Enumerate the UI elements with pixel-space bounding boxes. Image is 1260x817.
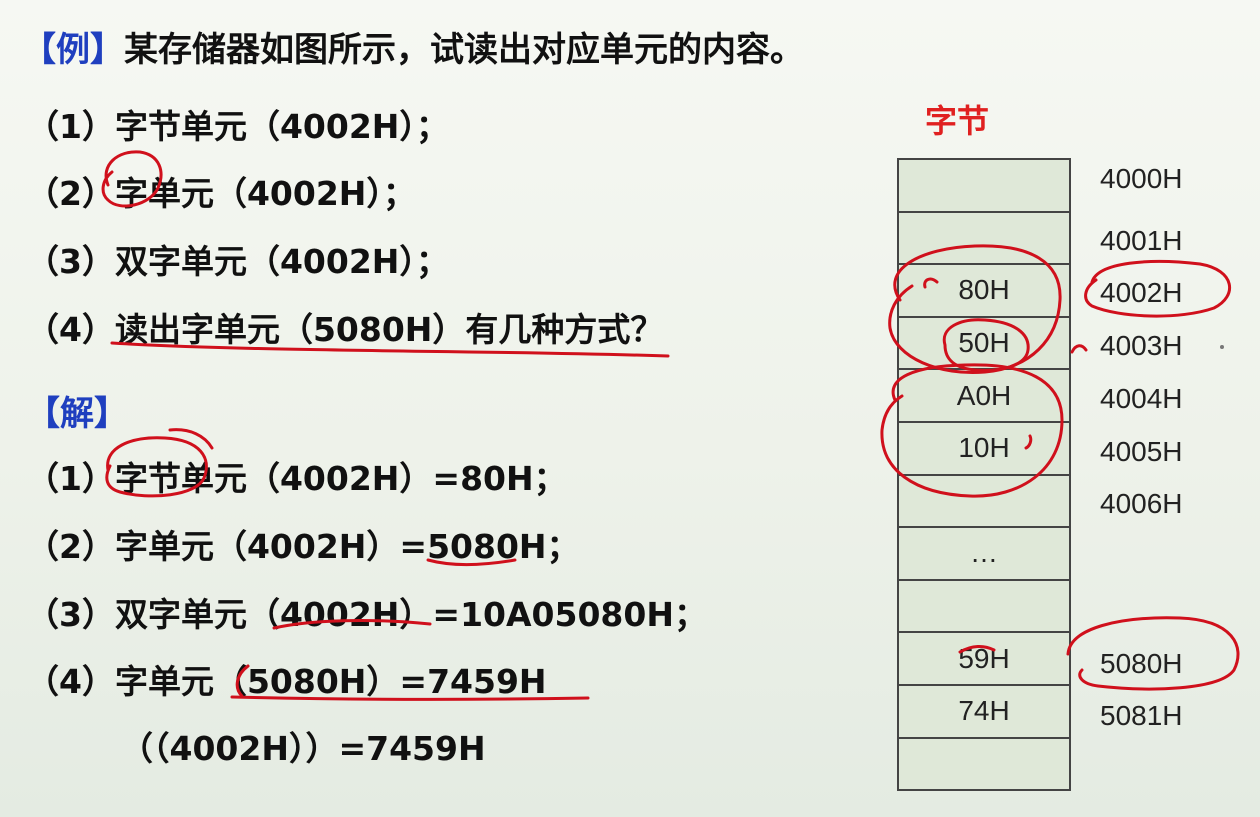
- address-label: 4001H: [1100, 225, 1183, 256]
- question-item-2: （2）字单元（4002H）；: [26, 174, 416, 213]
- memory-cell: …: [899, 528, 1069, 581]
- address-label: 5081H: [1100, 700, 1183, 731]
- address-label: 4003H: [1100, 330, 1183, 361]
- solution-item-5: （（4002H））=7459H: [120, 729, 486, 768]
- slide: 【例】某存储器如图所示，试读出对应单元的内容。 （1）字节单元（4002H）； …: [0, 0, 1260, 817]
- memory-cell: [899, 738, 1069, 790]
- memory-cell: 10H: [899, 422, 1069, 476]
- address-label: 4005H: [1100, 436, 1183, 467]
- solution-item-2: （2）字单元（4002H）=5080H；: [26, 527, 580, 566]
- address-label: 4002H: [1100, 277, 1183, 308]
- solution-tag: 【解】: [26, 394, 128, 434]
- address-label: 4004H: [1100, 383, 1183, 414]
- address-label: 5080H: [1100, 648, 1183, 679]
- address-label: 4006H: [1100, 488, 1183, 519]
- memory-cell: 80H: [899, 265, 1069, 318]
- question-text: 某存储器如图所示，试读出对应单元的内容。: [124, 30, 804, 70]
- memory-cell: [899, 160, 1069, 213]
- stray-dot: [1220, 345, 1224, 349]
- address-label: 4000H: [1100, 163, 1183, 194]
- solution-item-4: （4）字单元（5080H）=7459H: [26, 662, 547, 701]
- memory-cell: A0H: [899, 370, 1069, 423]
- memory-cell: [899, 580, 1069, 634]
- question-item-4: （4）读出字单元（5080H）有几种方式？: [26, 310, 664, 349]
- annotation-stroke: [1070, 344, 1088, 354]
- memory-column: 80H 50H A0H 10H … 59H 74H: [897, 158, 1071, 792]
- example-tag: 【例】: [22, 30, 124, 70]
- question-title: 【例】某存储器如图所示，试读出对应单元的内容。: [22, 22, 804, 71]
- question-item-1: （1）字节单元（4002H）；: [26, 107, 449, 146]
- solution-item-3: （3）双字单元（4002H）=10A05080H；: [26, 595, 707, 634]
- memory-cell: 59H: [899, 633, 1069, 686]
- memory-cell: [899, 212, 1069, 266]
- memory-header: 字节: [925, 102, 990, 140]
- solution-item-1: （1）字节单元（4002H）=80H；: [26, 459, 567, 498]
- question-item-3: （3）双字单元（4002H）；: [26, 242, 449, 281]
- memory-cell: [899, 475, 1069, 529]
- memory-cell: 50H: [899, 317, 1069, 371]
- memory-cell: 74H: [899, 685, 1069, 739]
